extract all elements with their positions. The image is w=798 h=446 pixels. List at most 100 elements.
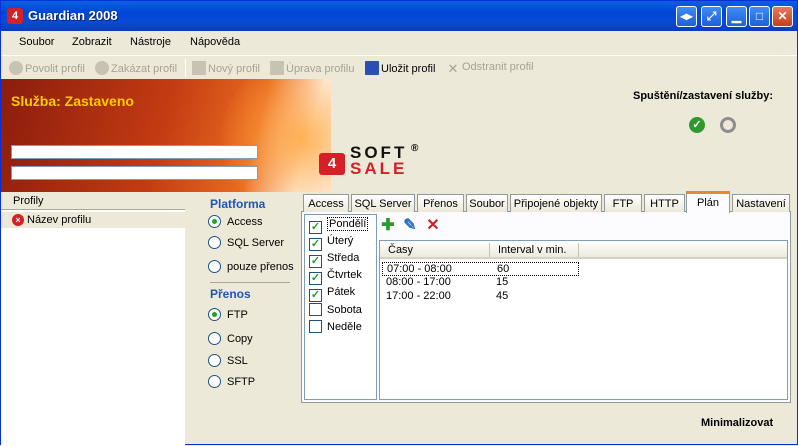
cell-interval: 45: [496, 290, 509, 302]
menu-soubor[interactable]: Soubor: [19, 36, 54, 48]
add-icon[interactable]: ✚: [380, 218, 396, 234]
column-separator[interactable]: [578, 243, 579, 257]
checkbox-checked-icon: ✓: [309, 221, 322, 234]
start-service-icon[interactable]: ✓: [689, 117, 705, 133]
checkbox-checked-icon: ✓: [309, 238, 322, 251]
minimize-link[interactable]: Minimalizovat: [701, 417, 773, 429]
enable-profile-label: Povolit profil: [25, 63, 85, 75]
radio-selected-icon: [208, 215, 221, 228]
cell-time: 08:00 - 17:00: [386, 276, 451, 288]
transfer-radio-ftp[interactable]: FTP: [208, 308, 248, 321]
profile-item[interactable]: × Název profilu: [1, 212, 185, 228]
restore-tray-icon[interactable]: ◂▸: [676, 6, 697, 27]
save-profile-button[interactable]: Uložit profil: [365, 61, 435, 75]
minimize-icon[interactable]: ▁: [726, 6, 747, 27]
cell-time: 07:00 - 08:00: [387, 263, 452, 275]
radio-icon: [208, 236, 221, 249]
maximize-icon[interactable]: □: [749, 6, 770, 27]
platform-radio-access[interactable]: Access: [208, 215, 262, 228]
transfer-radio-copy[interactable]: Copy: [208, 332, 253, 345]
stop-service-icon[interactable]: [720, 117, 736, 133]
transfer-radio-sftp[interactable]: SFTP: [208, 375, 255, 388]
day-label: Sobota: [327, 304, 362, 316]
service-status: Služba: Zastaveno: [11, 93, 134, 109]
tab-schedule[interactable]: Plán: [686, 191, 730, 213]
group-separator: [210, 282, 290, 283]
transfer-radio-ssl[interactable]: SSL: [208, 354, 248, 367]
checkbox-checked-icon: ✓: [309, 255, 322, 268]
menu-napoveda[interactable]: Nápověda: [190, 36, 240, 48]
day-label: Pondělí: [327, 217, 369, 231]
profile-disabled-icon: ×: [12, 214, 24, 226]
radio-icon: [208, 332, 221, 345]
day-saturday[interactable]: Sobota: [309, 303, 362, 319]
new-profile-button[interactable]: Nový profil: [192, 61, 260, 75]
cell-interval: 60: [497, 263, 510, 275]
grid-header: Časy Interval v min.: [380, 241, 787, 259]
tab-sql-server[interactable]: SQL Server: [351, 194, 415, 212]
platform-option-label: pouze přenos: [227, 261, 294, 273]
tab-connected-objects[interactable]: Připojené objekty: [510, 194, 602, 212]
delete-profile-label: Odstranit profil: [462, 61, 534, 73]
delete-icon[interactable]: ✕: [425, 218, 441, 234]
table-row[interactable]: 07:00 - 08:00 60: [382, 262, 579, 276]
day-thursday[interactable]: ✓ Čtvrtek: [309, 269, 362, 285]
menu-zobrazit[interactable]: Zobrazit: [72, 36, 112, 48]
day-monday[interactable]: ✓ Pondělí: [309, 217, 369, 234]
platform-radio-transfer-only[interactable]: pouze přenos: [208, 260, 294, 273]
logo-sale-text: SALE: [350, 159, 408, 178]
column-times[interactable]: Časy: [388, 244, 413, 256]
day-label: Čtvrtek: [327, 269, 362, 281]
radio-icon: [208, 375, 221, 388]
checkbox-checked-icon: ✓: [309, 272, 322, 285]
checkbox-checked-icon: ✓: [309, 289, 322, 302]
edit-profile-button[interactable]: Úprava profilu: [270, 61, 354, 75]
day-tuesday[interactable]: ✓ Úterý: [309, 235, 353, 251]
tray-icon[interactable]: ⤢: [701, 6, 722, 27]
disable-profile-button[interactable]: Zakázat profil: [95, 61, 177, 75]
app-logo-icon: 4: [7, 8, 23, 24]
new-profile-label: Nový profil: [208, 63, 260, 75]
toolbar: Povolit profil Zakázat profil Nový profi…: [1, 55, 797, 79]
platform-title: Platforma: [210, 197, 266, 211]
edit-icon[interactable]: ✎: [402, 218, 418, 234]
tab-ftp[interactable]: FTP: [604, 194, 642, 212]
menu-bar: Soubor Zobrazit Nástroje Nápověda: [1, 33, 797, 53]
tab-http[interactable]: HTTP: [644, 194, 685, 212]
platform-option-label: Access: [227, 216, 263, 228]
tab-access[interactable]: Access: [303, 194, 349, 212]
disable-icon: [95, 61, 109, 75]
edit-profile-label: Úprava profilu: [286, 63, 355, 75]
column-interval[interactable]: Interval v min.: [498, 244, 566, 256]
disable-profile-label: Zakázat profil: [111, 63, 178, 75]
banner-field-2[interactable]: [11, 166, 258, 180]
toolbar-separator: [185, 59, 186, 77]
transfer-option-label: Copy: [227, 333, 253, 345]
radio-icon: [208, 260, 221, 273]
profiles-header-label: Profily: [13, 195, 44, 207]
schedule-grid: Časy Interval v min. 07:00 - 08:00 60 08…: [379, 240, 788, 400]
profiles-header[interactable]: Profily: [1, 193, 185, 210]
table-row[interactable]: 17:00 - 22:00 45: [382, 290, 579, 304]
table-row[interactable]: 08:00 - 17:00 15: [382, 276, 579, 290]
transfer-option-label: FTP: [227, 309, 248, 321]
checkbox-icon: [309, 303, 322, 316]
tab-file[interactable]: Soubor: [466, 194, 508, 212]
title-bar[interactable]: 4 Guardian 2008 ◂▸ ⤢ ▁ □ ✕: [1, 1, 797, 31]
day-friday[interactable]: ✓ Pátek: [309, 286, 355, 302]
enable-profile-button[interactable]: Povolit profil: [9, 61, 85, 75]
transfer-option-label: SFTP: [227, 376, 256, 388]
transfer-option-label: SSL: [227, 355, 248, 367]
transfer-title: Přenos: [210, 287, 251, 301]
day-sunday[interactable]: Neděle: [309, 320, 362, 336]
platform-radio-sql-server[interactable]: SQL Server: [208, 236, 284, 249]
tab-settings[interactable]: Nastavení: [732, 194, 790, 212]
menu-nastroje[interactable]: Nástroje: [130, 36, 171, 48]
tab-transfer[interactable]: Přenos: [417, 194, 464, 212]
play-icon: [9, 61, 23, 75]
column-separator[interactable]: [489, 243, 490, 257]
delete-profile-button[interactable]: ✕ Odstranit profil: [446, 61, 534, 76]
close-icon[interactable]: ✕: [772, 6, 793, 27]
day-wednesday[interactable]: ✓ Středa: [309, 252, 359, 268]
banner-field-1[interactable]: [11, 145, 258, 159]
